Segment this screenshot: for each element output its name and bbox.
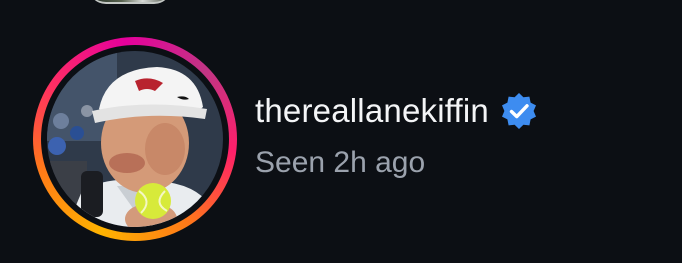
profile-row[interactable]: thereallanekiffin Seen 2h ago (33, 37, 653, 241)
story-ring[interactable] (33, 37, 237, 241)
profile-meta: thereallanekiffin Seen 2h ago (255, 89, 539, 181)
username-line: thereallanekiffin (255, 89, 539, 133)
username[interactable]: thereallanekiffin (255, 89, 489, 133)
previous-avatar-fragment[interactable] (88, 0, 172, 4)
avatar[interactable] (47, 51, 223, 227)
screen: thereallanekiffin Seen 2h ago (0, 0, 682, 263)
last-seen-status: Seen 2h ago (255, 146, 426, 179)
avatar-photo (47, 51, 223, 227)
verified-badge-icon (499, 91, 539, 131)
